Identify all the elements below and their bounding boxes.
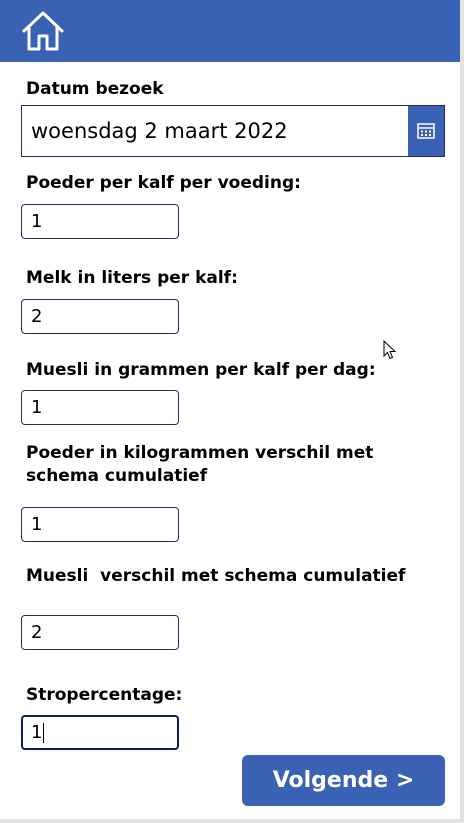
powder-per-calf-label: Poeder per kalf per voeding: — [26, 173, 301, 193]
calendar-button[interactable] — [408, 106, 444, 156]
bottom-border — [0, 819, 464, 823]
milk-liters-label: Melk in liters per kalf: — [26, 268, 238, 288]
mouse-pointer-icon — [383, 340, 397, 360]
muesli-difference-input[interactable]: 2 — [21, 615, 179, 650]
straw-percentage-label: Stropercentage: — [26, 685, 183, 705]
muesli-grams-label: Muesli in grammen per kalf per dag: — [26, 360, 376, 380]
date-value: woensdag 2 maart 2022 — [31, 119, 288, 143]
date-picker[interactable]: woensdag 2 maart 2022 — [21, 105, 445, 157]
home-icon — [22, 11, 64, 51]
next-button[interactable]: Volgende > — [242, 755, 445, 806]
text-caret — [43, 723, 45, 743]
calendar-icon — [417, 123, 435, 139]
milk-liters-input[interactable]: 2 — [21, 299, 179, 334]
muesli-grams-input[interactable]: 1 — [21, 390, 179, 425]
powder-difference-input[interactable]: 1 — [21, 507, 179, 542]
header-bar — [0, 0, 460, 62]
home-button[interactable] — [20, 9, 66, 53]
scrollbar-track — [460, 0, 464, 823]
straw-percentage-value: 1 — [31, 722, 43, 743]
muesli-difference-label: Muesli verschil met schema cumulatief — [26, 566, 406, 586]
straw-percentage-input[interactable]: 1 — [21, 715, 179, 750]
date-label: Datum bezoek — [26, 79, 164, 99]
powder-per-calf-input[interactable]: 1 — [21, 204, 179, 239]
powder-difference-label: Poeder in kilogrammen verschil met schem… — [26, 443, 374, 486]
